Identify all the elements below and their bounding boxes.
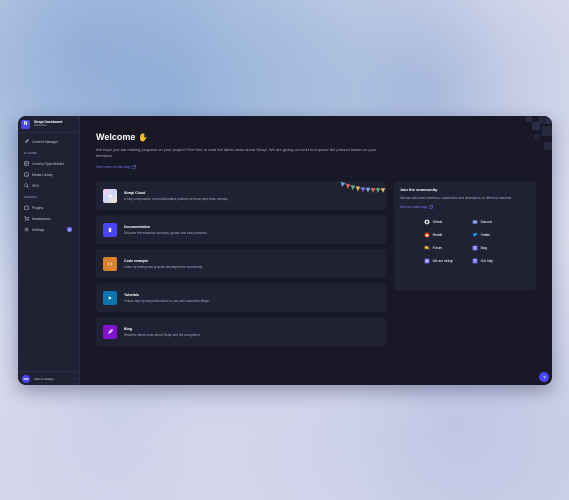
layout-icon: [24, 161, 29, 166]
image-icon: [24, 172, 29, 177]
workspace-name: Workplace: [34, 123, 48, 128]
blog-icon: [472, 245, 478, 250]
card-strapi-cloud[interactable]: Strapi Cloud A fully composable, and col…: [96, 181, 386, 210]
card-title: Tutorials: [124, 292, 139, 297]
social-link-blog[interactable]: Blog: [472, 245, 520, 251]
garland-decoration: [339, 181, 386, 193]
section-heading-general: GENERAL: [24, 196, 39, 199]
social-link-reddit[interactable]: Reddit: [424, 232, 472, 238]
hiring-icon: [424, 258, 430, 263]
help-fab-button[interactable]: [539, 372, 549, 382]
brand-logo: N: [21, 119, 30, 129]
resource-cards: Strapi Cloud A fully composable, and col…: [96, 181, 386, 346]
sidebar-item-label: Media Library: [32, 172, 53, 177]
user-menu[interactable]: MM Mabrur Maliga ›: [18, 371, 79, 385]
social-link-discord[interactable]: Discord: [472, 219, 520, 225]
sidebar-item-plugins[interactable]: Plugins: [21, 202, 76, 213]
code-icon: [103, 256, 117, 271]
card-description: Follow step-by-step instructions to use …: [124, 298, 210, 303]
forum-icon: [424, 245, 430, 250]
sidebar: N Strapi Dashboard Workplace Content Man…: [18, 116, 80, 385]
sidebar-item-marketplace[interactable]: Marketplace: [21, 213, 76, 224]
sidebar-item-label: Content Manager: [32, 139, 59, 144]
sidebar-item-content-type-builder[interactable]: Content-Type Builder: [21, 158, 76, 169]
roadmap-link[interactable]: See our road map: [400, 205, 530, 209]
page-subtitle: We hope you are making progress on your …: [96, 147, 377, 158]
play-icon: [103, 290, 117, 305]
card-title: Documentation: [124, 224, 151, 229]
community-description: Discuss with team members, contributors …: [399, 196, 512, 200]
sidebar-nav: Content Manager PLUGINS Content-Type Bui…: [18, 133, 79, 371]
card-description: Read the latest news about Strapi and th…: [124, 332, 201, 337]
discord-icon: [472, 219, 478, 224]
external-link-icon: [132, 165, 137, 169]
app-window: N Strapi Dashboard Workplace Content Man…: [18, 116, 552, 385]
page-title-text: Welcome: [96, 132, 136, 142]
book-icon: [103, 222, 117, 237]
card-documentation[interactable]: Documentation Discover the essential con…: [96, 215, 386, 244]
sidebar-item-content-manager[interactable]: Content Manager: [21, 136, 76, 147]
social-link-twitter[interactable]: Twitter: [472, 232, 520, 238]
pixel-corner-decoration: [526, 116, 552, 150]
avatar: MM: [22, 374, 30, 383]
sidebar-item-label: Plugins: [32, 205, 44, 210]
question-icon: [542, 375, 546, 379]
card-title: Blog: [124, 326, 132, 331]
cart-icon: [24, 216, 29, 221]
card-code-example[interactable]: Code example Learn by testing real proje…: [96, 249, 386, 278]
social-link-hiring[interactable]: We are hiring!: [424, 258, 472, 264]
blog-link-label: See more on the blog: [96, 165, 131, 169]
sidebar-item-label: Marketplace: [32, 216, 51, 221]
user-name: Mabrur Maliga: [34, 376, 54, 381]
sidebar-item-settings[interactable]: Settings 1: [21, 224, 76, 235]
twitter-icon: [472, 232, 478, 237]
gear-icon: [24, 227, 29, 232]
puzzle-icon: [24, 205, 29, 210]
social-links: Github Discord Reddit Twitter Forum Blog…: [424, 219, 530, 264]
social-link-help[interactable]: Get help: [472, 258, 520, 264]
sidebar-item-label: SEO: [32, 183, 40, 188]
card-description: Learn by testing real projects developed…: [124, 264, 203, 269]
community-panel: Join the community Discuss with team mem…: [393, 181, 536, 290]
page-title: Welcome ✋: [96, 132, 536, 142]
cloud-gradient-icon: [103, 188, 117, 203]
card-title: Code example: [124, 258, 149, 263]
brand[interactable]: N Strapi Dashboard Workplace: [18, 116, 79, 133]
section-heading-plugins: PLUGINS: [24, 152, 37, 155]
sidebar-item-seo[interactable]: SEO: [21, 180, 76, 191]
community-title: Join the community: [399, 187, 438, 192]
card-blog[interactable]: Blog Read the latest news about Strapi a…: [96, 317, 386, 346]
card-tutorials[interactable]: Tutorials Follow step-by-step instructio…: [96, 283, 386, 312]
settings-badge: 1: [67, 227, 72, 232]
social-link-github[interactable]: Github: [424, 219, 472, 225]
card-description: Discover the essential concepts, guides …: [124, 230, 208, 235]
github-icon: [424, 219, 430, 224]
card-title: Strapi Cloud: [124, 190, 146, 195]
search-icon: [24, 183, 29, 188]
feather-icon: [103, 324, 117, 339]
social-link-forum[interactable]: Forum: [424, 245, 472, 251]
card-description: A fully composable, and collaborative pl…: [124, 196, 229, 201]
main-content: Welcome ✋ We hope you are making progres…: [80, 116, 552, 385]
blog-link[interactable]: See more on the blog: [96, 165, 536, 169]
feather-icon: [24, 139, 29, 144]
external-link-icon: [428, 204, 433, 209]
reddit-icon: [424, 232, 430, 237]
sidebar-item-media-library[interactable]: Media Library: [21, 169, 76, 180]
sidebar-item-label: Content-Type Builder: [32, 161, 64, 166]
roadmap-link-label: See our road map: [399, 204, 427, 209]
waving-hand-icon: ✋: [138, 132, 149, 142]
chevron-right-icon: ›: [73, 376, 75, 381]
sidebar-item-label: Settings: [32, 227, 45, 232]
help-icon: [472, 258, 478, 263]
